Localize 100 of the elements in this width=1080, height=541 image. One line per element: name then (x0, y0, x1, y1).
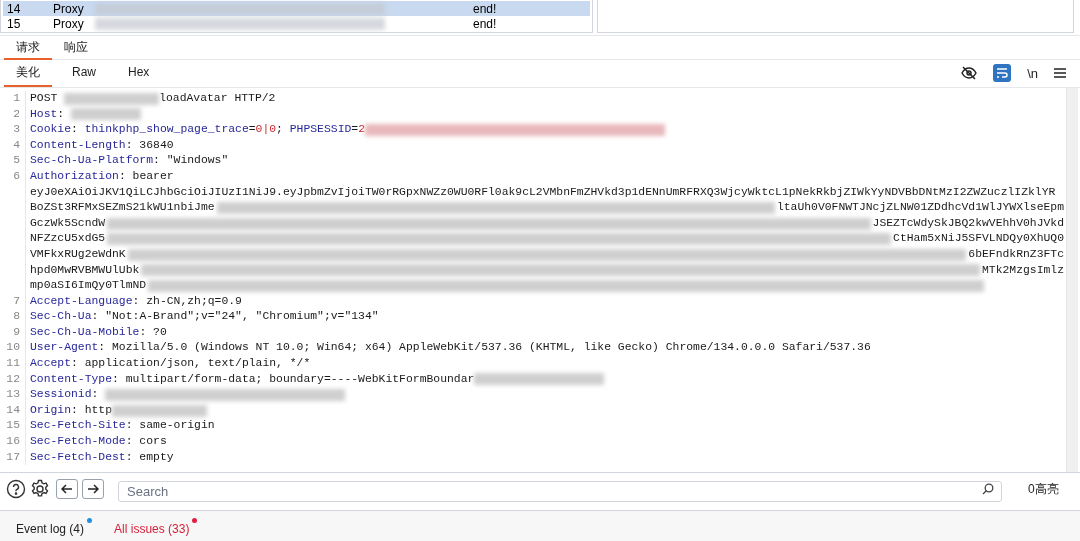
search-field[interactable]: Search (118, 480, 1002, 502)
code-text: = (351, 122, 359, 138)
line-number: 6 (0, 168, 26, 294)
redacted-blur (71, 108, 141, 121)
line-number: 4 (0, 137, 26, 154)
back-button[interactable] (56, 479, 78, 500)
forward-button[interactable] (82, 479, 104, 500)
header-name: thinkphp_show_page_trace (84, 122, 249, 138)
message-tab[interactable]: 响应 (52, 35, 100, 60)
code-text: JSEZTcWdySkJBQ2kwVEhhV0hJVkd (872, 215, 1064, 231)
header-name: Sec-Ch-Ua-Mobile (30, 324, 140, 340)
code-text: GczWk5ScndW (30, 215, 106, 231)
code-text: NFZzcU5xdG5 (30, 231, 106, 247)
line-number: 3 (0, 122, 26, 138)
header-name: PHPSESSID (289, 122, 352, 138)
line-number: 8 (0, 309, 26, 325)
header-name: Sec-Fetch-Site (30, 418, 126, 434)
line-number: 10 (0, 340, 26, 357)
code-text: : ?0 (139, 324, 167, 340)
search-icon[interactable] (982, 482, 994, 495)
header-name: Sessionid (30, 387, 92, 403)
header-name: Content-Type (30, 371, 113, 387)
comment-cell-text: end! (473, 15, 497, 32)
header-name: Sec-Fetch-Mode (30, 434, 126, 450)
line-number: 12 (0, 371, 26, 388)
header-name: Origin (30, 402, 71, 418)
header-name: Accept (30, 356, 71, 372)
settings-icon[interactable] (30, 479, 50, 500)
view-tab[interactable]: 美化 (4, 59, 52, 88)
eye-slash-icon[interactable] (961, 66, 978, 81)
code-text: : "Windows" (153, 153, 229, 169)
code-text: : (71, 122, 79, 138)
code-text: : empty (125, 449, 174, 465)
code-text: 6bEFndkRnZ3FTc (968, 246, 1064, 262)
line-number: 5 (0, 153, 26, 169)
code-text: ; (276, 122, 284, 138)
code-text: BoZSt3RFMxSEZmS21kWU1nbiJme (30, 200, 215, 216)
code-text: : same-origin (125, 418, 215, 434)
code-text: mp0aSI6ImQy0TlmND (30, 278, 147, 294)
help-icon[interactable] (6, 479, 26, 500)
wrap-icon[interactable] (996, 68, 1009, 79)
footer-tab[interactable]: Event log (4) (16, 520, 85, 539)
comment-cell: end! (473, 0, 497, 18)
tool-cell-text: Proxy (53, 0, 85, 18)
code-text: : "Not:A-Brand";v="24", "Chromium";v="134" (91, 309, 379, 325)
message-tab[interactable]: 请求 (4, 35, 52, 60)
header-name: User-Agent (30, 340, 99, 356)
header-name: Cookie (30, 122, 71, 138)
code-text: VMFkxRUg2eWdnK (30, 246, 126, 262)
code-text: : (57, 106, 66, 122)
code-text: hpd0MwRVBMWUlUbk (30, 262, 140, 278)
view-tab[interactable]: Raw (60, 59, 108, 88)
tool-cell-text: Proxy (53, 16, 85, 32)
line-number: 15 (0, 418, 26, 435)
code-text: loadAvatar HTTP/2 (159, 90, 276, 106)
line-number: 2 (0, 106, 26, 123)
scrollbar[interactable] (1066, 87, 1078, 472)
history-row[interactable]: 14 Proxy end! (3, 1, 590, 16)
code-text: MTk2MzgsImlz (981, 262, 1064, 278)
line-number: 16 (0, 434, 26, 450)
row-number: 15 (6, 15, 22, 32)
header-name: Sec-Ch-Ua (30, 309, 92, 325)
arrow-left-icon[interactable] (61, 484, 73, 495)
line-number: 9 (0, 324, 26, 341)
footer-tab[interactable]: All issues (33) (114, 520, 190, 539)
header-name: Accept-Language (30, 293, 133, 309)
code-text: : cors (125, 434, 167, 450)
line-number: 11 (0, 356, 26, 372)
line-number: 7 (0, 293, 26, 310)
code-text: : multipart/form-data; boundary=----WebKitFormBoundar (112, 371, 475, 387)
cookie-value: 0|0 (255, 122, 277, 138)
code-text: : (91, 387, 100, 403)
line-number: 1 (0, 90, 26, 107)
header-name: Sec-Ch-Ua-Platform (30, 153, 154, 169)
view-tab[interactable]: Hex (116, 59, 162, 88)
code-text: POST (30, 90, 59, 106)
code-text: eyJ0eXAiOiJKV1QiLCJhbGciOiJIUzI1NiJ9.eyJpbmZvIjoiTW0rRGpxNWZz0WU0RFl0ak9cL2VMbnFmZHVkd3p1dENnUmRFRXQ3WjcyWktcL1pNekRkbjZIWkYyNDVBbDNtMzI2ZWZuczlIZklYR (30, 184, 1056, 200)
cookie-value: 2 (358, 122, 365, 138)
code-text: : 36840 (125, 137, 174, 153)
newline-toggle[interactable]: \n (1027, 63, 1038, 84)
header-name: Sec-Fetch-Dest (30, 449, 126, 465)
row-number: 14 (6, 0, 22, 18)
code-text: : bearer (118, 168, 174, 184)
code-text: : Mozilla/5.0 (Windows NT 10.0; Win64; x64) AppleWebKit/537.36 (KHTML, like Gecko) Chrome/134.0.0.0 Safari/537.36 (98, 340, 871, 356)
code-text: CtHam5xNiJ5SFVLNDQy0XhUQ0 (893, 231, 1064, 247)
line-number: 13 (0, 387, 26, 403)
header-name: Content-Length (30, 137, 126, 153)
match-count: 0高亮 (1028, 481, 1059, 499)
code-text: = (248, 122, 256, 138)
line-number: 14 (0, 402, 26, 419)
code-text: : application/json, text/plain, */* (71, 356, 311, 372)
menu-icon[interactable] (1054, 68, 1066, 79)
header-name: Host (30, 106, 58, 122)
word-wrap-button[interactable] (993, 64, 1012, 83)
code-text: ltaUh0V0FNWTJNcjZLNW01ZDdhcVd1WlJYWXlseEpm (776, 200, 1064, 216)
code-text: : zh-CN,zh;q=0.9 (132, 293, 242, 309)
header-name: Authorization (30, 168, 119, 184)
arrow-right-icon[interactable] (87, 484, 99, 495)
code-text: : http (71, 402, 113, 418)
line-number: 17 (0, 449, 26, 466)
